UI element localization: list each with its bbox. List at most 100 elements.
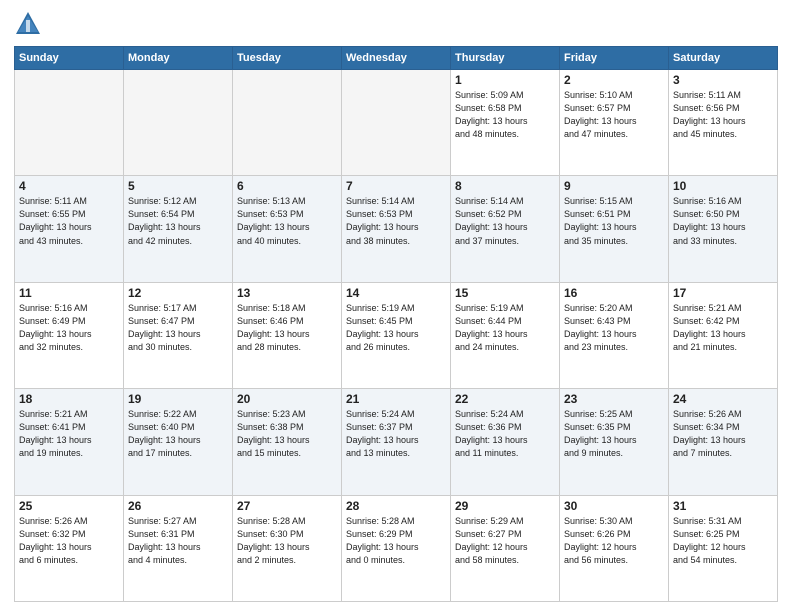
calendar-week-4: 18 Sunrise: 5:21 AM Sunset: 6:41 PM Dayli… bbox=[15, 389, 778, 495]
day-info: Sunrise: 5:26 AM Sunset: 6:34 PM Dayligh… bbox=[673, 408, 773, 460]
calendar-cell: 18 Sunrise: 5:21 AM Sunset: 6:41 PM Dayli… bbox=[15, 389, 124, 495]
day-number: 1 bbox=[455, 73, 555, 87]
day-number: 6 bbox=[237, 179, 337, 193]
day-number: 5 bbox=[128, 179, 228, 193]
calendar-cell: 6Sunrise: 5:13 AM Sunset: 6:53 PM Daylig… bbox=[233, 176, 342, 282]
calendar-cell: 7 Sunrise: 5:14 AM Sunset: 6:53 PM Daylig… bbox=[342, 176, 451, 282]
day-info: Sunrise: 5:16 AM Sunset: 6:49 PM Dayligh… bbox=[19, 302, 119, 354]
page: SundayMondayTuesdayWednesdayThursdayFrid… bbox=[0, 0, 792, 612]
calendar-week-1: 1 Sunrise: 5:09 AM Sunset: 6:58 PM Daylig… bbox=[15, 70, 778, 176]
day-number: 2 bbox=[564, 73, 664, 87]
day-info: Sunrise: 5:31 AM Sunset: 6:25 PM Dayligh… bbox=[673, 515, 773, 567]
calendar-cell: 8Sunrise: 5:14 AM Sunset: 6:52 PM Daylig… bbox=[451, 176, 560, 282]
header bbox=[14, 10, 778, 38]
weekday-header-monday: Monday bbox=[124, 47, 233, 70]
day-info: Sunrise: 5:22 AM Sunset: 6:40 PM Dayligh… bbox=[128, 408, 228, 460]
day-info: Sunrise: 5:30 AM Sunset: 6:26 PM Dayligh… bbox=[564, 515, 664, 567]
day-number: 12 bbox=[128, 286, 228, 300]
calendar-cell: 25 Sunrise: 5:26 AM Sunset: 6:32 PM Dayli… bbox=[15, 495, 124, 601]
day-info: Sunrise: 5:10 AM Sunset: 6:57 PM Dayligh… bbox=[564, 89, 664, 141]
calendar-cell: 1 Sunrise: 5:09 AM Sunset: 6:58 PM Daylig… bbox=[451, 70, 560, 176]
day-number: 22 bbox=[455, 392, 555, 406]
day-number: 25 bbox=[19, 499, 119, 513]
day-info: Sunrise: 5:28 AM Sunset: 6:29 PM Dayligh… bbox=[346, 515, 446, 567]
calendar-cell: 3 Sunrise: 5:11 AM Sunset: 6:56 PM Daylig… bbox=[669, 70, 778, 176]
day-info: Sunrise: 5:26 AM Sunset: 6:32 PM Dayligh… bbox=[19, 515, 119, 567]
day-info: Sunrise: 5:11 AM Sunset: 6:55 PM Dayligh… bbox=[19, 195, 119, 247]
weekday-header-row: SundayMondayTuesdayWednesdayThursdayFrid… bbox=[15, 47, 778, 70]
weekday-header-saturday: Saturday bbox=[669, 47, 778, 70]
day-info: Sunrise: 5:24 AM Sunset: 6:36 PM Dayligh… bbox=[455, 408, 555, 460]
calendar-cell: 31 Sunrise: 5:31 AM Sunset: 6:25 PM Dayli… bbox=[669, 495, 778, 601]
calendar-cell: 14Sunrise: 5:19 AM Sunset: 6:45 PM Dayli… bbox=[342, 282, 451, 388]
logo-icon bbox=[14, 10, 42, 38]
day-number: 9 bbox=[564, 179, 664, 193]
day-info: Sunrise: 5:21 AM Sunset: 6:41 PM Dayligh… bbox=[19, 408, 119, 460]
day-info: Sunrise: 5:17 AM Sunset: 6:47 PM Dayligh… bbox=[128, 302, 228, 354]
day-number: 29 bbox=[455, 499, 555, 513]
day-number: 14 bbox=[346, 286, 446, 300]
day-info: Sunrise: 5:19 AM Sunset: 6:44 PM Dayligh… bbox=[455, 302, 555, 354]
day-number: 7 bbox=[346, 179, 446, 193]
weekday-header-friday: Friday bbox=[560, 47, 669, 70]
day-info: Sunrise: 5:24 AM Sunset: 6:37 PM Dayligh… bbox=[346, 408, 446, 460]
day-number: 10 bbox=[673, 179, 773, 193]
calendar-cell: 19 Sunrise: 5:22 AM Sunset: 6:40 PM Dayli… bbox=[124, 389, 233, 495]
calendar-cell: 30Sunrise: 5:30 AM Sunset: 6:26 PM Dayli… bbox=[560, 495, 669, 601]
calendar-cell: 23Sunrise: 5:25 AM Sunset: 6:35 PM Dayli… bbox=[560, 389, 669, 495]
calendar-cell: 21 Sunrise: 5:24 AM Sunset: 6:37 PM Dayli… bbox=[342, 389, 451, 495]
day-number: 27 bbox=[237, 499, 337, 513]
day-number: 21 bbox=[346, 392, 446, 406]
day-number: 26 bbox=[128, 499, 228, 513]
day-info: Sunrise: 5:27 AM Sunset: 6:31 PM Dayligh… bbox=[128, 515, 228, 567]
day-number: 24 bbox=[673, 392, 773, 406]
calendar-cell: 10 Sunrise: 5:16 AM Sunset: 6:50 PM Dayli… bbox=[669, 176, 778, 282]
day-number: 19 bbox=[128, 392, 228, 406]
calendar-cell: 12 Sunrise: 5:17 AM Sunset: 6:47 PM Dayli… bbox=[124, 282, 233, 388]
day-number: 11 bbox=[19, 286, 119, 300]
calendar-cell: 15 Sunrise: 5:19 AM Sunset: 6:44 PM Dayli… bbox=[451, 282, 560, 388]
calendar-week-3: 11 Sunrise: 5:16 AM Sunset: 6:49 PM Dayli… bbox=[15, 282, 778, 388]
day-info: Sunrise: 5:21 AM Sunset: 6:42 PM Dayligh… bbox=[673, 302, 773, 354]
day-info: Sunrise: 5:29 AM Sunset: 6:27 PM Dayligh… bbox=[455, 515, 555, 567]
calendar-cell: 11 Sunrise: 5:16 AM Sunset: 6:49 PM Dayli… bbox=[15, 282, 124, 388]
day-number: 15 bbox=[455, 286, 555, 300]
day-number: 18 bbox=[19, 392, 119, 406]
weekday-header-thursday: Thursday bbox=[451, 47, 560, 70]
day-number: 20 bbox=[237, 392, 337, 406]
day-number: 31 bbox=[673, 499, 773, 513]
calendar-cell: 24 Sunrise: 5:26 AM Sunset: 6:34 PM Dayli… bbox=[669, 389, 778, 495]
calendar-table: SundayMondayTuesdayWednesdayThursdayFrid… bbox=[14, 46, 778, 602]
day-info: Sunrise: 5:18 AM Sunset: 6:46 PM Dayligh… bbox=[237, 302, 337, 354]
day-info: Sunrise: 5:12 AM Sunset: 6:54 PM Dayligh… bbox=[128, 195, 228, 247]
day-info: Sunrise: 5:16 AM Sunset: 6:50 PM Dayligh… bbox=[673, 195, 773, 247]
day-info: Sunrise: 5:28 AM Sunset: 6:30 PM Dayligh… bbox=[237, 515, 337, 567]
calendar-cell: 13Sunrise: 5:18 AM Sunset: 6:46 PM Dayli… bbox=[233, 282, 342, 388]
day-info: Sunrise: 5:11 AM Sunset: 6:56 PM Dayligh… bbox=[673, 89, 773, 141]
day-info: Sunrise: 5:15 AM Sunset: 6:51 PM Dayligh… bbox=[564, 195, 664, 247]
day-number: 4 bbox=[19, 179, 119, 193]
weekday-header-sunday: Sunday bbox=[15, 47, 124, 70]
calendar-cell bbox=[233, 70, 342, 176]
day-info: Sunrise: 5:14 AM Sunset: 6:52 PM Dayligh… bbox=[455, 195, 555, 247]
day-number: 17 bbox=[673, 286, 773, 300]
calendar-week-2: 4 Sunrise: 5:11 AM Sunset: 6:55 PM Daylig… bbox=[15, 176, 778, 282]
day-number: 16 bbox=[564, 286, 664, 300]
weekday-header-wednesday: Wednesday bbox=[342, 47, 451, 70]
day-number: 3 bbox=[673, 73, 773, 87]
calendar-cell: 28Sunrise: 5:28 AM Sunset: 6:29 PM Dayli… bbox=[342, 495, 451, 601]
calendar-cell: 29 Sunrise: 5:29 AM Sunset: 6:27 PM Dayli… bbox=[451, 495, 560, 601]
calendar-cell: 4 Sunrise: 5:11 AM Sunset: 6:55 PM Daylig… bbox=[15, 176, 124, 282]
day-info: Sunrise: 5:20 AM Sunset: 6:43 PM Dayligh… bbox=[564, 302, 664, 354]
weekday-header-tuesday: Tuesday bbox=[233, 47, 342, 70]
calendar-cell: 2 Sunrise: 5:10 AM Sunset: 6:57 PM Daylig… bbox=[560, 70, 669, 176]
calendar-cell: 20 Sunrise: 5:23 AM Sunset: 6:38 PM Dayli… bbox=[233, 389, 342, 495]
day-info: Sunrise: 5:23 AM Sunset: 6:38 PM Dayligh… bbox=[237, 408, 337, 460]
day-info: Sunrise: 5:09 AM Sunset: 6:58 PM Dayligh… bbox=[455, 89, 555, 141]
calendar-cell bbox=[342, 70, 451, 176]
calendar-week-5: 25 Sunrise: 5:26 AM Sunset: 6:32 PM Dayli… bbox=[15, 495, 778, 601]
calendar-cell: 22 Sunrise: 5:24 AM Sunset: 6:36 PM Dayli… bbox=[451, 389, 560, 495]
day-info: Sunrise: 5:14 AM Sunset: 6:53 PM Dayligh… bbox=[346, 195, 446, 247]
calendar-cell: 17 Sunrise: 5:21 AM Sunset: 6:42 PM Dayli… bbox=[669, 282, 778, 388]
calendar-cell: 27 Sunrise: 5:28 AM Sunset: 6:30 PM Dayli… bbox=[233, 495, 342, 601]
